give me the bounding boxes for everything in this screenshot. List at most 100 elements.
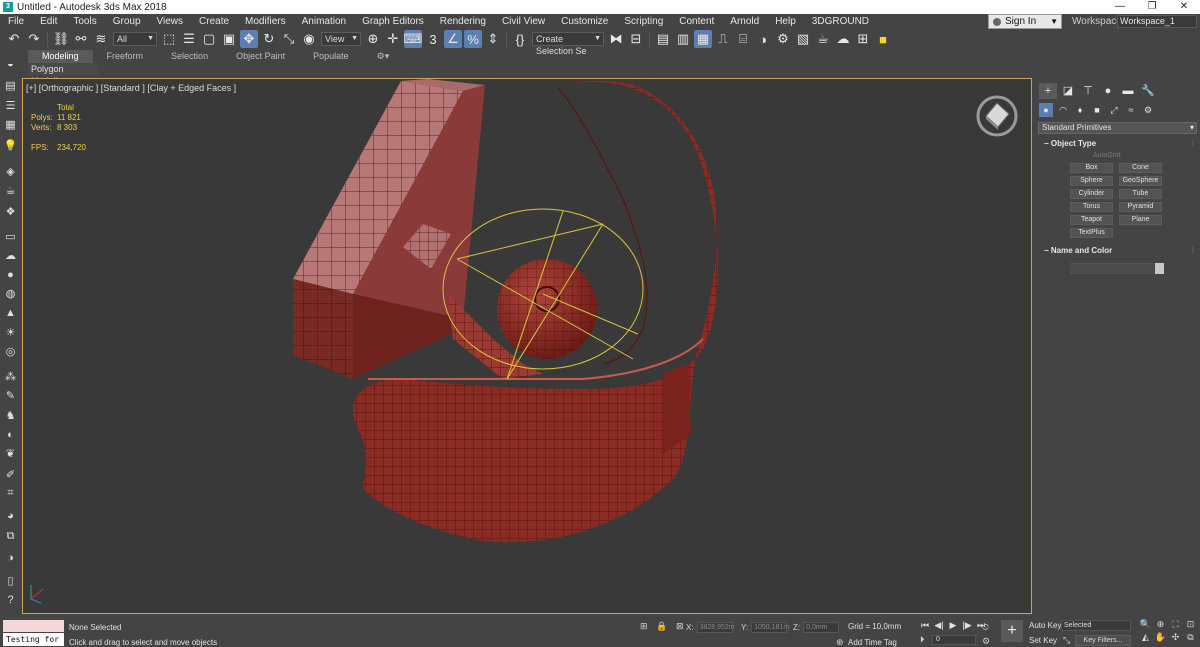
systems-icon[interactable]: ⚙ — [1141, 103, 1155, 117]
menu-3dground[interactable]: 3DGROUND — [804, 16, 877, 27]
box-button[interactable]: Box — [1070, 163, 1113, 173]
next-frame-icon[interactable]: |▶ — [960, 620, 974, 631]
geosphere-button[interactable]: GeoSphere — [1119, 176, 1162, 186]
key-mode-dropdown[interactable]: Selected — [1061, 620, 1131, 631]
shapes-icon[interactable]: ◠ — [1056, 103, 1070, 117]
modify-tab-icon[interactable]: ◪ — [1059, 83, 1077, 99]
globe-icon[interactable]: ◐ — [3, 428, 18, 442]
scene-explorer-icon[interactable]: ▤ — [654, 30, 672, 48]
group-icon[interactable]: ❖ — [3, 205, 18, 219]
motion-tab-icon[interactable]: ● — [1099, 83, 1117, 99]
maxscript-listener-input[interactable]: Testing for : — [3, 633, 64, 646]
leaf-icon[interactable]: ❦ — [3, 447, 18, 461]
torus-button[interactable]: Torus — [1070, 202, 1113, 212]
pyramid-button[interactable]: Pyramid — [1119, 202, 1162, 212]
layer-manager-icon[interactable]: ☰ — [3, 99, 18, 113]
menu-arnold[interactable]: Arnold — [722, 16, 767, 27]
close-button[interactable]: ✕ — [1168, 0, 1200, 14]
zoom-all-icon[interactable]: ⊕ — [1153, 619, 1168, 632]
display-tab-icon[interactable]: ▬ — [1119, 83, 1137, 99]
cone-icon[interactable]: ▲ — [3, 306, 18, 320]
curve-editor-icon[interactable]: ⎍ — [714, 30, 732, 48]
selection-filter-dropdown[interactable]: All ▼ — [113, 32, 157, 46]
select-object-icon[interactable]: ⬚ — [160, 30, 178, 48]
field-of-view-icon[interactable]: ◭ — [1138, 632, 1153, 645]
zoom-icon[interactable]: 🔍 — [1138, 619, 1153, 632]
tab-object-paint[interactable]: Object Paint — [222, 50, 299, 63]
textplus-button[interactable]: TextPlus — [1070, 228, 1113, 238]
a360-icon[interactable]: ■ — [874, 30, 892, 48]
set-key-mode-button[interactable]: Set Key — [1029, 636, 1057, 645]
brush-icon[interactable]: ✐ — [3, 468, 18, 482]
menu-views[interactable]: Views — [149, 16, 192, 27]
spinner-snap-icon[interactable]: ⇕ — [484, 30, 502, 48]
menu-tools[interactable]: Tools — [65, 16, 104, 27]
lights-icon[interactable]: ♦ — [1073, 103, 1087, 117]
menu-scripting[interactable]: Scripting — [616, 16, 671, 27]
layer-explorer-icon[interactable]: ▥ — [674, 30, 692, 48]
cone-button[interactable]: Cone — [1119, 163, 1162, 173]
menu-file[interactable]: File — [0, 16, 32, 27]
reference-coordinate-dropdown[interactable]: View ▼ — [321, 32, 361, 46]
menu-modifiers[interactable]: Modifiers — [237, 16, 294, 27]
workspace-dropdown[interactable]: Workspace_1 — [1117, 15, 1197, 28]
select-by-name-icon[interactable]: ☰ — [180, 30, 198, 48]
link-icon[interactable]: ⛓ — [52, 30, 70, 48]
cameras-icon[interactable]: ■ — [1090, 103, 1104, 117]
sky-sphere-icon[interactable]: ◕ — [3, 509, 18, 523]
zoom-extents-all-icon[interactable]: ⊡ — [1183, 619, 1198, 632]
play-icon[interactable]: ▶ — [946, 620, 960, 631]
mesh-icon[interactable]: ⌗ — [3, 486, 18, 500]
viewcube-icon[interactable] — [976, 95, 1018, 137]
particles-icon[interactable]: ⁂ — [3, 370, 18, 384]
plane-button[interactable]: Plane — [1119, 215, 1162, 225]
snaps-toggle-icon[interactable]: 3 — [424, 30, 442, 48]
teapot-button[interactable]: Teapot — [1070, 215, 1113, 225]
bind-space-warp-icon[interactable]: ≋ — [92, 30, 110, 48]
rectangular-selection-icon[interactable]: ▢ — [200, 30, 218, 48]
ribbon-options-icon[interactable]: ⚙▾ — [363, 50, 404, 63]
sun-icon[interactable]: ☀ — [3, 326, 18, 340]
render-cloud-icon[interactable]: ☁ — [834, 30, 852, 48]
zoom-extents-icon[interactable]: ⛶ — [1168, 619, 1183, 632]
sphere-button[interactable]: Sphere — [1070, 176, 1113, 186]
z-coordinate-field[interactable]: 0,0mm — [803, 622, 840, 633]
select-and-rotate-icon[interactable]: ↻ — [260, 30, 278, 48]
mirror-icon[interactable]: ⧓ — [607, 30, 625, 48]
redo-icon[interactable]: ↷ — [25, 30, 43, 48]
angle-snap-icon[interactable]: ∠ — [444, 30, 462, 48]
pan-icon[interactable]: ✋ — [1153, 632, 1168, 645]
teapot-icon[interactable]: ☕ — [3, 184, 18, 198]
select-and-place-icon[interactable]: ◉ — [300, 30, 318, 48]
character-icon[interactable]: ♞ — [3, 409, 18, 423]
light-bulb-icon[interactable]: 💡 — [3, 139, 18, 153]
autogrid-checkbox[interactable]: AutoGrid — [1093, 152, 1121, 159]
list-icon[interactable]: ▦ — [3, 118, 18, 132]
utilities-tab-icon[interactable]: 🔧 — [1139, 83, 1157, 99]
render-preset-icon[interactable]: ⧉ — [3, 529, 18, 543]
file-icon[interactable]: ▯ — [3, 574, 18, 588]
menu-create[interactable]: Create — [191, 16, 237, 27]
time-config-icon[interactable]: ⚙ — [982, 636, 990, 647]
tab-modeling[interactable]: Modeling — [28, 50, 93, 63]
ribbon-toggle-icon[interactable]: ▦ — [694, 30, 712, 48]
time-configuration-icon[interactable]: ⏲ — [982, 622, 989, 633]
named-selection-set-dropdown[interactable]: Create Selection Se ▼ — [532, 32, 604, 56]
object-type-rollout[interactable]: − Object Type ⁞ — [1038, 138, 1197, 150]
pen-icon[interactable]: ✎ — [3, 389, 18, 403]
perspective-viewport[interactable]: [+] [Orthographic ] [Standard ] [Clay + … — [22, 78, 1032, 614]
object-name-input[interactable] — [1070, 263, 1154, 274]
tube-button[interactable]: Tube — [1119, 189, 1162, 199]
material-editor-icon[interactable]: ◑ — [754, 30, 772, 48]
pivot-center-icon[interactable]: ⊕ — [364, 30, 382, 48]
menu-group[interactable]: Group — [105, 16, 149, 27]
schematic-view-icon[interactable]: ⌸ — [734, 30, 752, 48]
object-color-swatch[interactable] — [1155, 263, 1164, 274]
name-and-color-rollout[interactable]: − Name and Color ⁞ — [1038, 245, 1197, 257]
select-and-scale-icon[interactable]: ⤡ — [280, 30, 298, 48]
selection-lock-icon[interactable]: 🔒 — [656, 621, 667, 632]
percent-snap-icon[interactable]: % — [464, 30, 482, 48]
add-time-tag[interactable]: Add Time Tag — [848, 638, 897, 647]
menu-graph-editors[interactable]: Graph Editors — [354, 16, 432, 27]
undo-icon[interactable]: ↶ — [5, 30, 23, 48]
